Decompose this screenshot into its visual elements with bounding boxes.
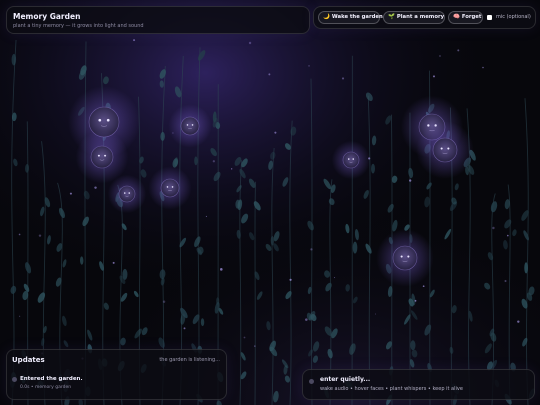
sparkle [341,77,345,80]
forget-button[interactable]: 🧠 Forget [448,11,483,24]
sparkle [220,268,223,271]
forget-label: Forget [461,14,482,20]
seedling-icon: 🌱 [388,14,395,20]
memory-spirit[interactable] [331,140,371,180]
app-subtitle: plant a tiny memory — it grows into ligh… [13,23,144,29]
sparkle [133,39,136,42]
memory-spirit[interactable] [416,121,474,179]
status-dot-icon [12,377,17,382]
memory-spirit[interactable] [168,104,212,148]
sparkle [94,186,97,189]
sparkle [19,315,21,317]
sparkle [112,261,115,264]
sparkle [457,49,460,52]
updates-status: the garden is listening... [159,357,220,363]
wake-garden-button[interactable]: 🌙 Wake the garden [318,11,383,24]
sparkle [243,336,246,339]
app-title: Memory Garden [13,12,81,21]
updates-panel: Updates the garden is listening... Enter… [6,349,227,400]
sparkle [517,320,520,323]
sparkle [333,277,336,279]
memory-spirit[interactable] [376,229,434,287]
update-meta: 0.0s • memory garden [20,385,72,390]
sparkle [374,313,377,315]
moon-icon: 🌙 [323,14,330,20]
title-panel: Memory Garden plant a tiny memory — it g… [6,6,310,34]
wake-garden-label: Wake the garden [331,14,383,20]
sparkle [205,215,207,218]
updates-title: Updates [12,356,45,364]
plant-memory-button[interactable]: 🌱 Plant a memory [383,11,445,24]
memory-spirit[interactable] [75,130,129,184]
mic-checkbox[interactable] [487,15,492,20]
sparkle [504,280,507,283]
leaf [352,241,358,254]
hint-panel: enter quietly... wake audio • hover face… [302,369,535,400]
sparkle [268,73,271,76]
sparkle [507,234,509,237]
sparkle [439,55,441,57]
plant-memory-label: Plant a memory [396,14,445,20]
sparkle [254,345,256,347]
garden-canvas[interactable] [0,0,540,405]
sparkle [38,234,42,237]
status-dot-icon [309,379,314,384]
sparkle [231,168,233,170]
sparkle [432,75,435,78]
mic-label[interactable]: mic (optional) [496,14,531,20]
sparkle [248,41,252,45]
sparkle [289,278,292,281]
memory-spirit[interactable] [107,174,147,214]
sparkle [422,285,425,288]
sparkle [482,66,484,69]
hint-title: enter quietly... [320,376,371,383]
brain-icon: 🧠 [453,14,460,20]
sparkle [305,318,308,321]
sparkle [162,300,166,304]
memory-spirit[interactable] [148,166,192,210]
toolbar: 🌙 Wake the garden 🌱 Plant a memory 🧠 Forget… [313,6,536,29]
sparkle [492,226,495,230]
sparkle [274,131,277,134]
sparkle [183,327,186,330]
sparkle [308,65,310,67]
sparkle [310,248,313,251]
sparkle [414,299,417,302]
hint-subtitle: wake audio • hover faces • plant whisper… [320,386,463,392]
update-title: Entered the garden. [20,376,83,382]
vine-stem [254,181,257,405]
sparkle [18,233,21,236]
sparkle [212,160,215,163]
sparkle [69,192,72,195]
sparkle [409,179,412,182]
